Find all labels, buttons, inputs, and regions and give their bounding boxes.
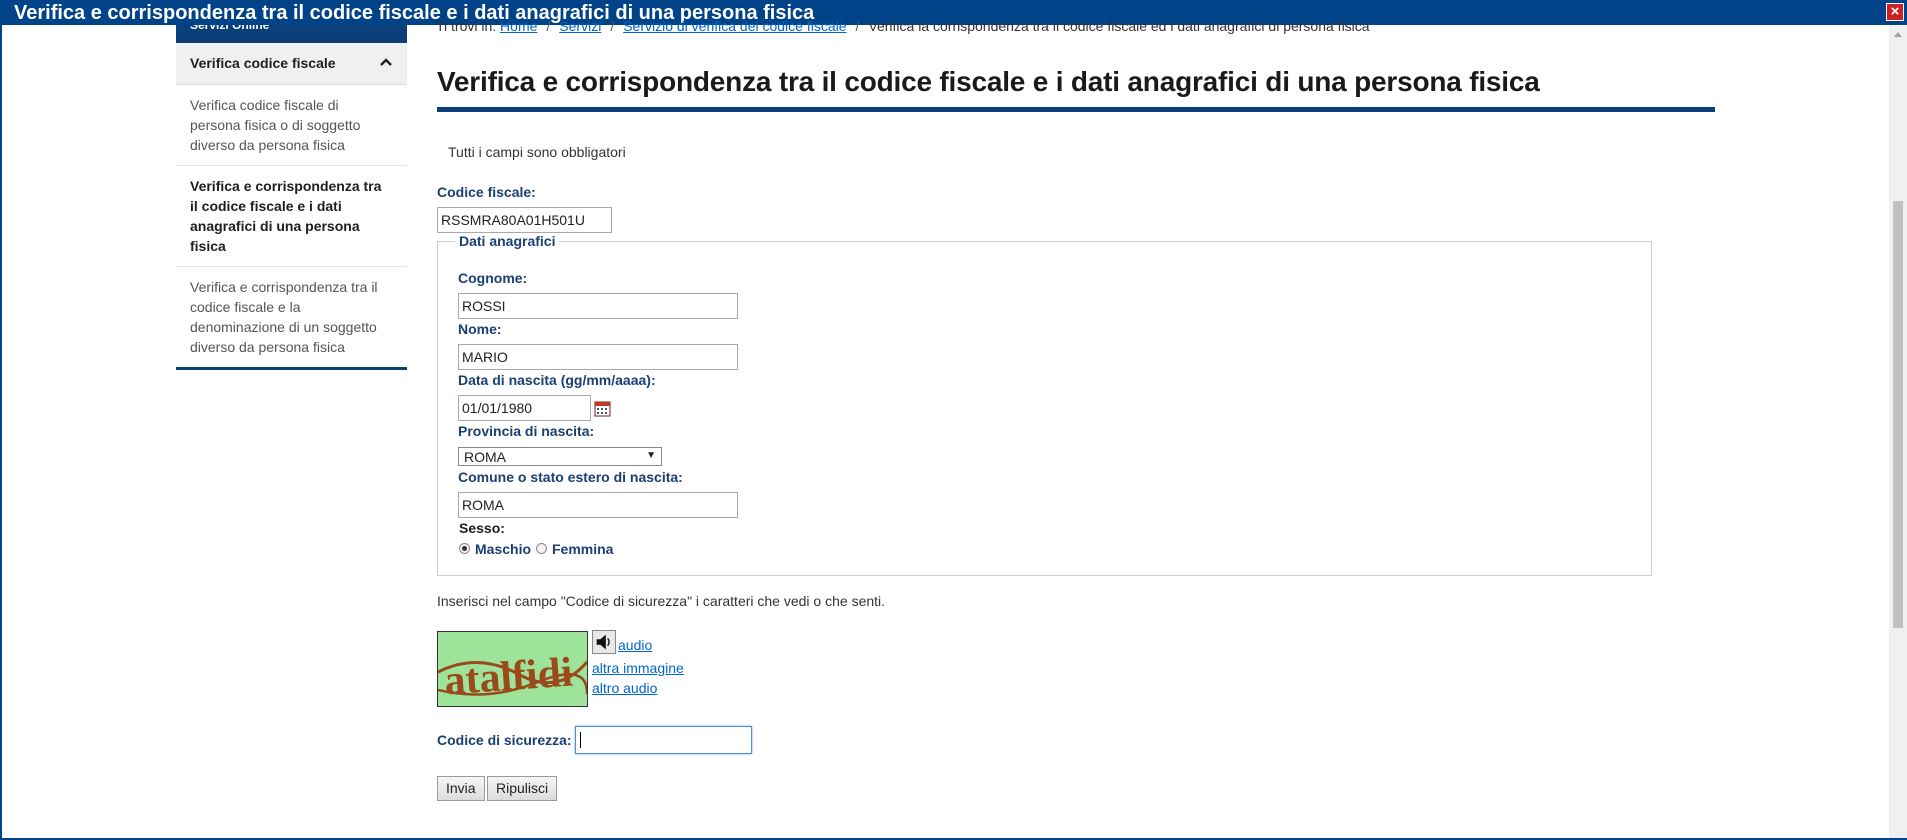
- breadcrumb-link-servizio-verifica[interactable]: Servizio di verifica del codice fiscale: [623, 18, 846, 34]
- data-nascita-label: Data di nascita (gg/mm/aaaa):: [458, 372, 656, 388]
- captcha-new-image-link[interactable]: altra immagine: [592, 660, 684, 676]
- cognome-label: Cognome:: [458, 270, 528, 286]
- submit-button[interactable]: Invia: [437, 776, 485, 801]
- breadcrumb-link-home[interactable]: Home: [500, 18, 537, 34]
- codice-fiscale-input[interactable]: [437, 207, 612, 233]
- required-fields-note: Tutti i campi sono obbligatori: [448, 144, 626, 160]
- captcha-text: atalfidi: [443, 650, 575, 705]
- captcha-instruction: Inserisci nel campo "Codice di sicurezza…: [437, 593, 886, 609]
- window-frame-left: [0, 25, 2, 840]
- breadcrumb-separator: /: [610, 18, 615, 34]
- breadcrumb-link-servizi[interactable]: Servizi: [559, 18, 601, 34]
- security-code-input[interactable]: [575, 726, 752, 754]
- provincia-label: Provincia di nascita:: [458, 423, 595, 439]
- captcha-audio-link[interactable]: audio: [618, 637, 652, 653]
- cognome-input[interactable]: [458, 293, 738, 319]
- sesso-maschio-label[interactable]: Maschio: [475, 541, 531, 557]
- sesso-maschio-radio[interactable]: [459, 543, 470, 554]
- sidebar: Servizi Online Verifica codice fiscale V…: [176, 25, 407, 370]
- title-underline: [437, 107, 1715, 112]
- comune-label: Comune o stato estero di nascita:: [458, 469, 683, 485]
- sesso-femmina-label[interactable]: Femmina: [552, 541, 613, 557]
- sesso-label: Sesso:: [459, 520, 505, 536]
- sidebar-item-verifica-cf[interactable]: Verifica codice fiscale di persona fisic…: [176, 85, 407, 166]
- data-nascita-input[interactable]: [458, 395, 591, 421]
- page-title: Verifica e corrispondenza tra il codice …: [437, 66, 1540, 97]
- sidebar-section-label: Verifica codice fiscale: [190, 55, 336, 71]
- breadcrumb: Ti trovi in: Home / Servizi / Servizio di ve…: [436, 18, 1370, 34]
- vertical-scrollbar[interactable]: [1889, 25, 1907, 838]
- dropdown-arrow-icon: ▼: [646, 450, 656, 461]
- captcha-image: atalfidi: [437, 631, 588, 707]
- security-code-label: Codice di sicurezza:: [437, 732, 572, 748]
- calendar-icon[interactable]: [594, 400, 611, 417]
- captcha-new-audio-link[interactable]: altro audio: [592, 680, 657, 696]
- sidebar-item-corrispondenza-soggetto-diverso[interactable]: Verifica e corrispondenza tra il codice …: [176, 267, 407, 370]
- sesso-femmina-radio[interactable]: [536, 543, 547, 554]
- text-caret: [580, 732, 581, 748]
- close-icon[interactable]: ×: [1886, 3, 1904, 21]
- breadcrumb-separator: /: [855, 18, 860, 34]
- breadcrumb-separator: /: [546, 18, 551, 34]
- dati-anagrafici-legend: Dati anagrafici: [459, 233, 556, 249]
- nome-label: Nome:: [458, 321, 502, 337]
- sidebar-section-header[interactable]: Verifica codice fiscale: [176, 43, 407, 85]
- sidebar-item-corrispondenza-persona-fisica[interactable]: Verifica e corrispondenza tra il codice …: [176, 166, 407, 267]
- scroll-up-icon[interactable]: [1894, 32, 1902, 37]
- breadcrumb-current: Verifica la corrispondenza tra il codice…: [868, 18, 1370, 34]
- provincia-select[interactable]: ROMA ▼: [458, 447, 662, 466]
- scrollbar-thumb[interactable]: [1893, 201, 1903, 628]
- dati-anagrafici-fieldset: Dati anagrafici: [437, 233, 1652, 576]
- comune-input[interactable]: [458, 492, 738, 518]
- provincia-selected-value: ROMA: [464, 449, 506, 465]
- codice-fiscale-label: Codice fiscale:: [437, 184, 536, 200]
- speaker-icon[interactable]: [592, 630, 616, 654]
- breadcrumb-prefix: Ti trovi in:: [436, 18, 497, 34]
- reset-button[interactable]: Ripulisci: [487, 776, 558, 801]
- nome-input[interactable]: [458, 344, 738, 370]
- chevron-up-icon[interactable]: [379, 55, 393, 69]
- sidebar-top-label[interactable]: Servizi Online: [176, 25, 407, 43]
